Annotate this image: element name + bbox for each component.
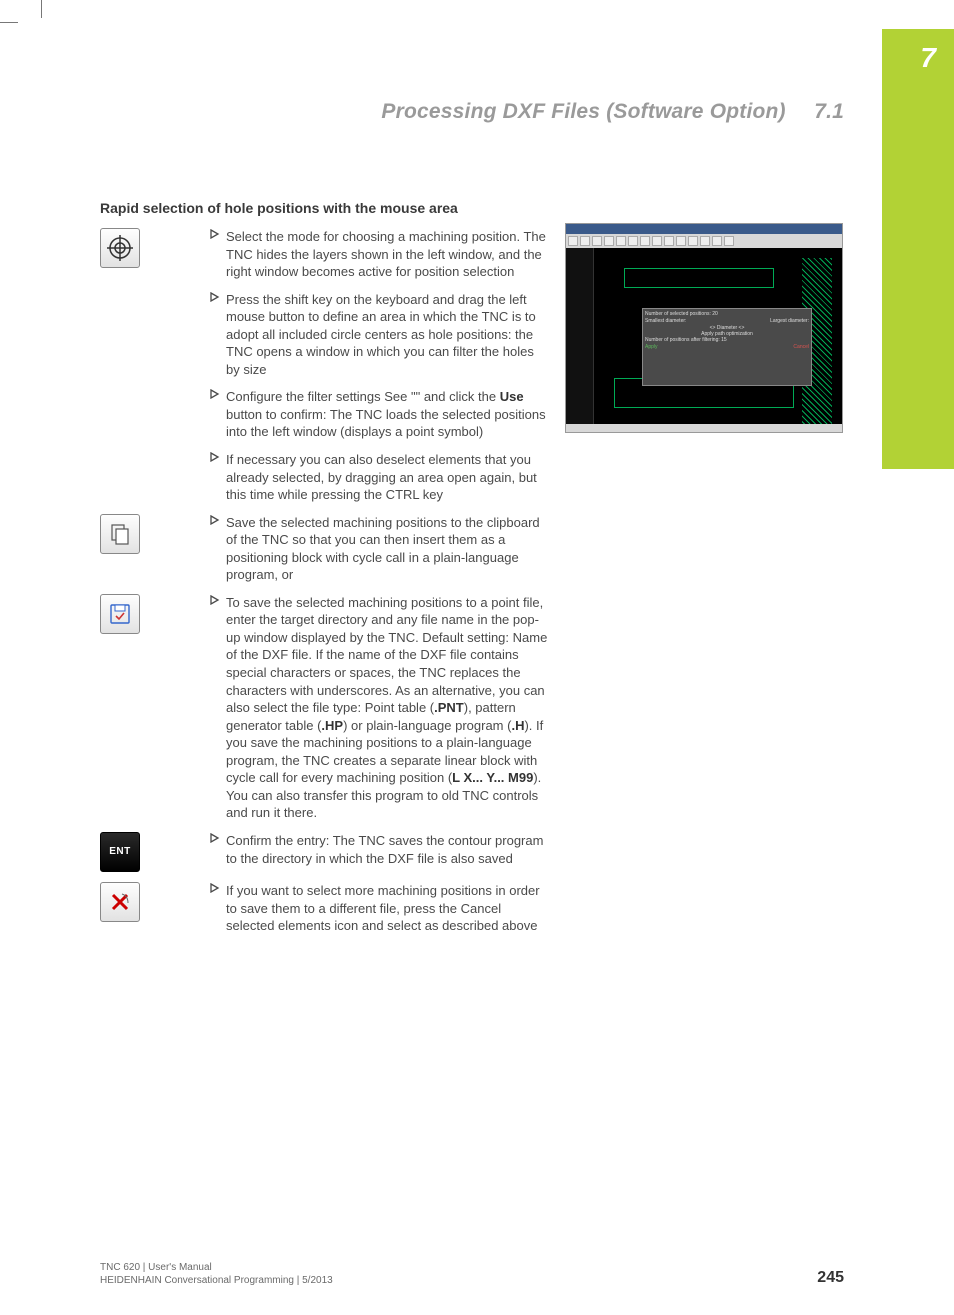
header-title: Processing DXF Files (Software Option): [381, 100, 785, 123]
tnc-screenshot: Number of selected positions: 20 Smalles…: [565, 223, 843, 433]
bullet-arrow-icon: [210, 595, 220, 605]
step-text: If you want to select more machining pos…: [226, 882, 550, 935]
page-number: 245: [817, 1269, 844, 1287]
filter-dialog: Number of selected positions: 20 Smalles…: [642, 308, 812, 386]
footer-product: TNC 620 | User's Manual: [100, 1261, 333, 1274]
main-content: Rapid selection of hole positions with t…: [100, 200, 550, 945]
ent-key-icon: ENT: [100, 832, 140, 872]
chapter-tab: [882, 29, 954, 469]
step-text: Save the selected machining positions to…: [226, 514, 550, 584]
step-text: To save the selected machining positions…: [226, 594, 550, 822]
cancel-selection-icon: [100, 882, 140, 922]
page-header: Processing DXF Files (Software Option) 7…: [381, 100, 844, 124]
instruction-step: To save the selected machining positions…: [100, 594, 550, 822]
save-file-icon: [100, 594, 140, 634]
bullet-arrow-icon: [210, 292, 220, 302]
bullet-arrow-icon: [210, 515, 220, 525]
bullet-arrow-icon: [210, 452, 220, 462]
bullet-arrow-icon: [210, 389, 220, 399]
footer-edition: HEIDENHAIN Conversational Programming | …: [100, 1274, 333, 1287]
instruction-step: Press the shift key on the keyboard and …: [100, 291, 550, 379]
clipboard-icon: [100, 514, 140, 554]
bullet-arrow-icon: [210, 883, 220, 893]
step-text: Confirm the entry: The TNC saves the con…: [226, 832, 550, 867]
instruction-step: Configure the filter settings See "" and…: [100, 388, 550, 441]
instruction-step: If necessary you can also deselect eleme…: [100, 451, 550, 504]
instruction-step: ENT Confirm the entry: The TNC saves the …: [100, 832, 550, 872]
header-section: 7.1: [814, 100, 844, 123]
step-text: If necessary you can also deselect eleme…: [226, 451, 550, 504]
instruction-step: Save the selected machining positions to…: [100, 514, 550, 584]
page-footer: TNC 620 | User's Manual HEIDENHAIN Conve…: [100, 1261, 844, 1287]
step-text: Configure the filter settings See "" and…: [226, 388, 550, 441]
instruction-step: Select the mode for choosing a machining…: [100, 228, 550, 281]
step-text: Select the mode for choosing a machining…: [226, 228, 550, 281]
bullet-arrow-icon: [210, 833, 220, 843]
section-heading: Rapid selection of hole positions with t…: [100, 200, 550, 216]
chapter-number: 7: [920, 42, 936, 74]
bullet-arrow-icon: [210, 229, 220, 239]
step-text: Press the shift key on the keyboard and …: [226, 291, 550, 379]
instruction-step: If you want to select more machining pos…: [100, 882, 550, 935]
crosshair-icon: [100, 228, 140, 268]
